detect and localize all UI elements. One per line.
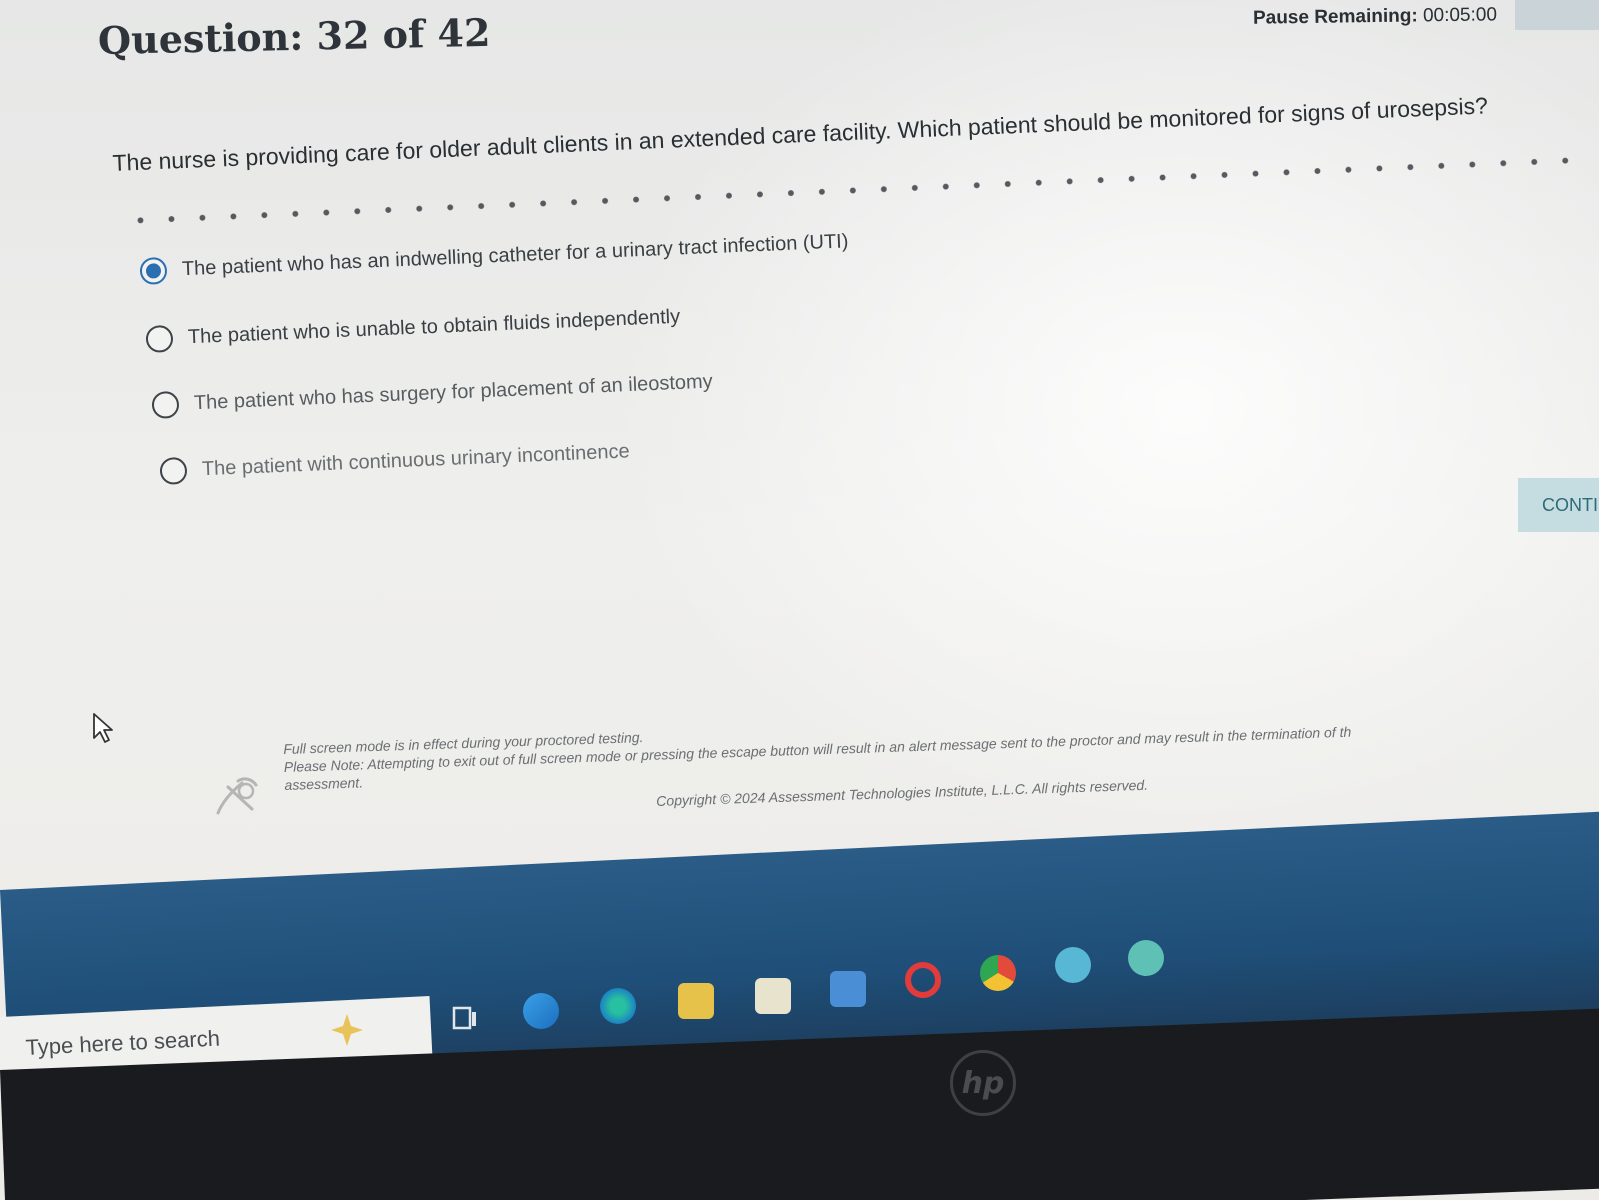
opera-icon[interactable] [905, 962, 941, 998]
mail-icon[interactable] [830, 971, 866, 1007]
edge-icon[interactable] [523, 993, 559, 1029]
answer-option-1[interactable]: The patient who has an indwelling cathet… [139, 228, 849, 285]
answer-option-3[interactable]: The patient who has surgery for placemen… [151, 369, 713, 419]
answer-option-label: The patient with continuous urinary inco… [201, 440, 631, 481]
store-icon[interactable] [755, 978, 791, 1014]
chrome-icon[interactable] [980, 955, 1016, 991]
continue-button[interactable]: CONTI [1518, 478, 1599, 532]
answer-option-label: The patient who has an indwelling cathet… [181, 230, 849, 281]
pause-timer: Pause Remaining: 00:05:00 [1253, 4, 1497, 29]
radio-icon[interactable] [159, 456, 188, 485]
app-icon-r-2[interactable] [1128, 940, 1164, 976]
no-escape-hand-icon [216, 777, 258, 815]
answer-option-2[interactable]: The patient who is unable to obtain flui… [145, 304, 681, 353]
mouse-cursor-icon [93, 713, 113, 743]
answer-option-4[interactable]: The patient with continuous urinary inco… [159, 438, 630, 485]
question-counter: Question: 32 of 42 [97, 9, 491, 63]
task-view-icon[interactable] [448, 1000, 484, 1036]
radio-selected-icon[interactable] [139, 256, 168, 285]
answer-option-label: The patient who has surgery for placemen… [193, 370, 714, 415]
copyright-text: Copyright © 2024 Assessment Technologies… [656, 776, 1149, 809]
file-explorer-icon[interactable] [678, 983, 714, 1019]
pause-label: Pause Remaining: [1252, 5, 1418, 29]
answer-option-label: The patient who is unable to obtain flui… [187, 305, 681, 349]
hp-logo: hp [950, 1050, 1016, 1116]
proctor-notice: Full screen mode is in effect during you… [283, 696, 1599, 794]
question-stem: The nurse is providing care for older ad… [112, 92, 1489, 176]
top-right-button[interactable] [1515, 0, 1599, 30]
app-icon-r[interactable] [1055, 947, 1091, 983]
radio-icon[interactable] [151, 390, 180, 419]
pause-time: 00:05:00 [1422, 4, 1498, 27]
exam-screen: Question: 32 of 42 Pause Remaining: 00:0… [0, 0, 1599, 1200]
radio-icon[interactable] [145, 324, 174, 353]
edge-alt-icon[interactable] [600, 988, 636, 1024]
copilot-sparkle-icon[interactable] [325, 1010, 373, 1050]
